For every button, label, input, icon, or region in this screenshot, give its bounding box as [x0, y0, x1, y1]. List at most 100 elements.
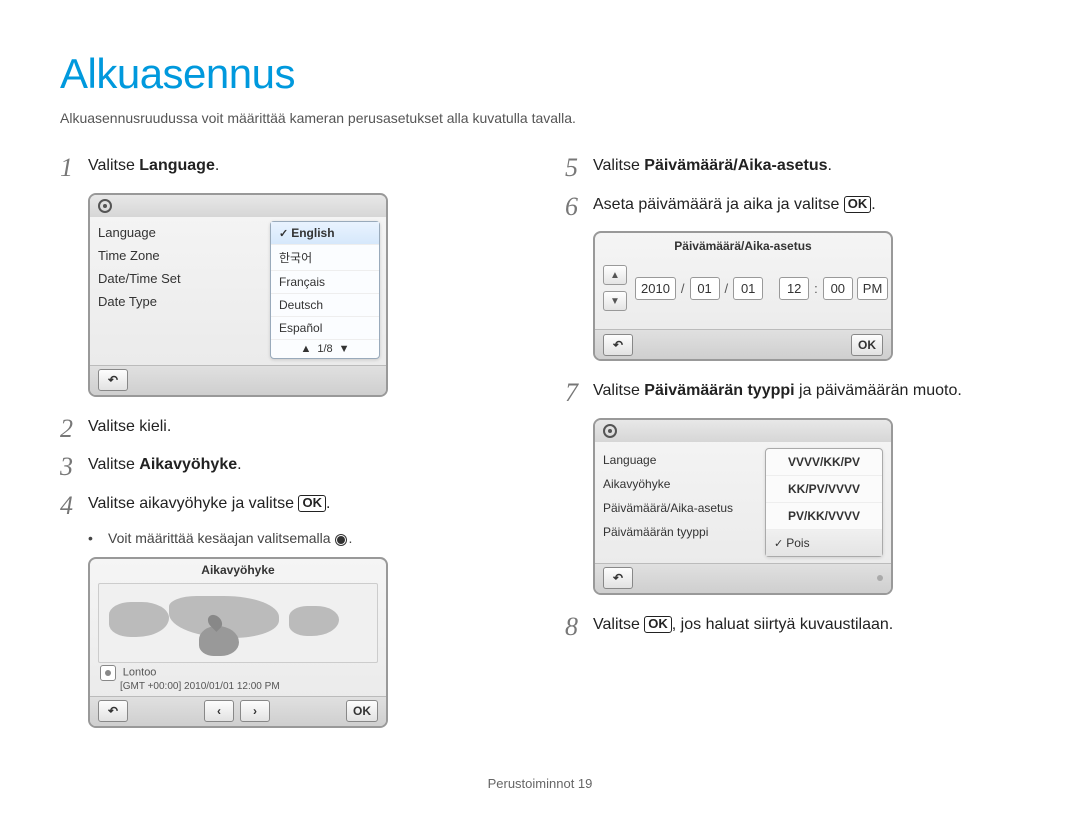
menu-item-timezone[interactable]: Aikavyöhyke: [603, 472, 765, 496]
step-1-bold: Language: [139, 157, 215, 174]
language-panel: Language Time Zone Date/Time Set Date Ty…: [88, 193, 388, 397]
month-field[interactable]: 01: [690, 277, 720, 300]
timezone-footer: ↶ ‹ › OK: [90, 696, 386, 726]
step-1-text: Valitse Language.: [88, 154, 219, 175]
step-7-number: 7: [565, 379, 593, 408]
back-button[interactable]: ↶: [98, 369, 128, 391]
step-6: 6 Aseta päivämäärä ja aika ja valitse OK…: [565, 193, 1020, 222]
minute-field[interactable]: 00: [823, 277, 853, 300]
page-footer: Perustoiminnot 19: [0, 776, 1080, 791]
datetime-arrows: ▲ ▼: [603, 265, 627, 311]
step-1: 1 Valitse Language.: [60, 154, 515, 183]
step-7-suffix: ja päivämäärän muoto.: [795, 382, 962, 399]
step-1-suffix: .: [215, 157, 219, 174]
menu-item-language[interactable]: Language: [603, 448, 765, 472]
datetype-opt-yyyy[interactable]: VVVV/KK/PV: [766, 449, 882, 476]
menu-item-datetimeset[interactable]: Päivämäärä/Aika-asetus: [603, 496, 765, 520]
datetype-menu-left: Language Aikavyöhyke Päivämäärä/Aika-ase…: [595, 442, 765, 563]
step-1-number: 1: [60, 154, 88, 183]
lang-opt-korean[interactable]: 한국어: [271, 245, 379, 271]
year-field[interactable]: 2010: [635, 277, 676, 300]
step-4-number: 4: [60, 492, 88, 521]
day-field[interactable]: 01: [733, 277, 763, 300]
step-5-suffix: .: [828, 157, 832, 174]
ampm-field[interactable]: PM: [857, 277, 889, 300]
datetype-opt-off[interactable]: Pois: [766, 530, 882, 556]
step-8-number: 8: [565, 613, 593, 642]
chevron-down-icon[interactable]: ▼: [339, 343, 350, 355]
step-4-text-a: Valitse aikavyöhyke ja valitse: [88, 495, 298, 512]
step-1-prefix: Valitse: [88, 157, 139, 174]
footer-label: Perustoiminnot: [488, 776, 578, 791]
ok-icon: OK: [844, 196, 872, 212]
datetype-options: VVVV/KK/PV KK/PV/VVVV PV/KK/VVVV Pois: [765, 448, 883, 557]
language-panel-header: [90, 195, 386, 217]
timezone-title: Aikavyöhyke: [90, 559, 386, 581]
step-7-text: Valitse Päivämäärän tyyppi ja päivämäärä…: [593, 379, 962, 400]
arrow-down-button[interactable]: ▼: [603, 291, 627, 311]
datetype-header: [595, 420, 891, 442]
dst-toggle-icon[interactable]: [100, 665, 116, 681]
step-6-text-b: .: [871, 196, 875, 213]
step-2: 2 Valitse kieli.: [60, 415, 515, 444]
step-5-number: 5: [565, 154, 593, 183]
step-8: 8 Valitse OK, jos haluat siirtyä kuvaust…: [565, 613, 1020, 642]
ok-button[interactable]: OK: [851, 334, 883, 356]
indicator-dot-icon: [877, 575, 883, 581]
step-2-text: Valitse kieli.: [88, 415, 171, 436]
step-4-bullet-label: Voit määrittää kesäajan valitsemalla: [108, 530, 334, 546]
arrow-up-button[interactable]: ▲: [603, 265, 627, 285]
lang-opt-spanish[interactable]: Español: [271, 317, 379, 340]
datetime-footer: ↶ OK: [595, 329, 891, 359]
prev-button[interactable]: ‹: [204, 700, 234, 722]
step-3-number: 3: [60, 453, 88, 482]
back-button[interactable]: ↶: [603, 334, 633, 356]
menu-item-datetype[interactable]: Date Type: [98, 290, 270, 313]
step-3-suffix: .: [237, 456, 241, 473]
step-3-text: Valitse Aikavyöhyke.: [88, 453, 242, 474]
step-3: 3 Valitse Aikavyöhyke.: [60, 453, 515, 482]
datetime-panel: Päivämäärä/Aika-asetus ▲ ▼ 2010 / 01 / 0…: [593, 231, 893, 361]
step-8-text-b: , jos haluat siirtyä kuvaustilaan.: [672, 616, 893, 633]
step-3-bold: Aikavyöhyke: [139, 456, 237, 473]
lang-opt-french[interactable]: Français: [271, 271, 379, 294]
date-sep: /: [724, 281, 730, 296]
world-map[interactable]: [98, 583, 378, 663]
datetype-footer: ↶: [595, 563, 891, 593]
lang-opt-english[interactable]: English: [271, 222, 379, 245]
timezone-gmt-line: [GMT +00:00] 2010/01/01 12:00 PM: [120, 681, 280, 692]
step-4-text: Valitse aikavyöhyke ja valitse OK.: [88, 492, 330, 513]
page-intro: Alkuasennusruudussa voit määrittää kamer…: [60, 110, 1020, 126]
ok-button[interactable]: OK: [346, 700, 378, 722]
hour-field[interactable]: 12: [779, 277, 809, 300]
lang-pager-text: 1/8: [317, 343, 332, 355]
lang-opt-german[interactable]: Deutsch: [271, 294, 379, 317]
language-panel-footer: ↶: [90, 365, 386, 395]
back-button[interactable]: ↶: [98, 700, 128, 722]
menu-item-datetimeset[interactable]: Date/Time Set: [98, 267, 270, 290]
step-6-number: 6: [565, 193, 593, 222]
language-options: English 한국어 Français Deutsch Español ▲ 1…: [270, 221, 380, 359]
step-5: 5 Valitse Päivämäärä/Aika-asetus.: [565, 154, 1020, 183]
step-7-prefix: Valitse: [593, 382, 644, 399]
step-3-prefix: Valitse: [88, 456, 139, 473]
gear-icon: [603, 424, 617, 438]
menu-item-language[interactable]: Language: [98, 221, 270, 244]
left-column: 1 Valitse Language. Language Time Zone D…: [60, 154, 515, 746]
next-button[interactable]: ›: [240, 700, 270, 722]
datetype-opt-mmdd[interactable]: KK/PV/VVVV: [766, 476, 882, 503]
map-shape: [199, 626, 239, 656]
step-5-bold: Päivämäärä/Aika-asetus: [644, 157, 827, 174]
menu-item-datetype[interactable]: Päivämäärän tyyppi: [603, 520, 765, 544]
ok-icon: OK: [644, 616, 672, 632]
step-4: 4 Valitse aikavyöhyke ja valitse OK.: [60, 492, 515, 521]
map-shape: [109, 602, 169, 637]
dst-sun-icon: [334, 533, 348, 547]
step-7: 7 Valitse Päivämäärän tyyppi ja päivämää…: [565, 379, 1020, 408]
back-button[interactable]: ↶: [603, 567, 633, 589]
right-column: 5 Valitse Päivämäärä/Aika-asetus. 6 Aset…: [565, 154, 1020, 746]
datetype-opt-ddmm[interactable]: PV/KK/VVVV: [766, 503, 882, 530]
language-menu-left: Language Time Zone Date/Time Set Date Ty…: [90, 217, 270, 365]
chevron-up-icon[interactable]: ▲: [300, 343, 311, 355]
menu-item-timezone[interactable]: Time Zone: [98, 244, 270, 267]
